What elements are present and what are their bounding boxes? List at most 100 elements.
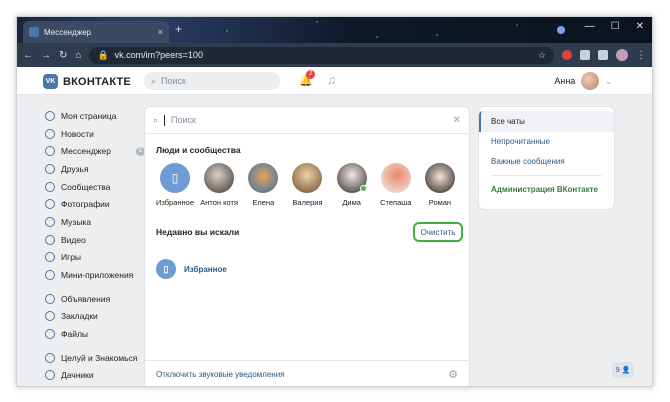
photo-icon	[45, 199, 55, 210]
clear-recent-button[interactable]: Очистить	[413, 222, 463, 242]
sidebar-item-label: Новости	[61, 128, 94, 139]
forward-icon[interactable]: →	[41, 50, 51, 61]
vk-logo-icon: VK	[43, 74, 58, 89]
maximize-button[interactable]: ☐	[611, 21, 620, 32]
bookmark-icon: ▯	[156, 259, 176, 279]
online-friends-badge[interactable]: 9 👤	[612, 362, 634, 378]
url-field[interactable]: 🔒 vk.com/im?peers=100 ☆	[89, 46, 554, 64]
more-menu-icon[interactable]: ⋮	[636, 50, 646, 61]
panel-footer: Отключить звуковые уведомления ⚙	[145, 360, 469, 386]
person-item[interactable]: Дима	[332, 163, 372, 207]
person-name: Елена	[252, 198, 275, 207]
sidebar-item-label: Моя страница	[61, 110, 117, 121]
sidebar-item-b0[interactable]: Объявления	[45, 290, 145, 308]
sidebar-item-a1[interactable]: Новости	[45, 125, 145, 143]
recent-item-label: Избранное	[184, 264, 227, 274]
sidebar-item-a7[interactable]: Видео	[45, 231, 145, 249]
music-icon[interactable]: ♫	[327, 73, 336, 87]
video-icon	[45, 234, 55, 245]
sidebar-item-b2[interactable]: Файлы	[45, 325, 145, 343]
sidebar-item-label: Закладки	[61, 311, 98, 322]
friends-icon	[45, 163, 55, 174]
sidebar-item-a9[interactable]: Мини-приложения	[45, 266, 145, 284]
user-avatar	[581, 72, 600, 90]
recent-item[interactable]: ▯ Избранное	[156, 259, 227, 279]
app-icon	[45, 370, 55, 381]
clear-search-icon[interactable]: ✕	[453, 115, 461, 126]
notifications-bell-icon[interactable]: 🔔 2	[299, 70, 316, 88]
extensions: ⋮	[562, 49, 646, 61]
sidebar-item-b1[interactable]: Закладки	[45, 308, 145, 326]
window-controls: — ☐ ✕	[585, 21, 644, 32]
avatar	[380, 163, 411, 193]
reading-list-icon[interactable]	[598, 50, 608, 60]
sidebar-item-a6[interactable]: Музыка	[45, 213, 145, 231]
back-icon[interactable]: ←	[23, 50, 33, 61]
sidebar-item-a0[interactable]: Моя страница	[45, 107, 145, 125]
extension-icon[interactable]	[562, 50, 572, 60]
person-name: Роман	[428, 198, 452, 207]
person-item[interactable]: Степаша	[376, 163, 416, 207]
avatar	[336, 163, 367, 193]
avatar	[204, 163, 235, 193]
people-section-title: Люди и сообщества	[156, 145, 241, 155]
filter-important[interactable]: Важные сообщения	[479, 152, 614, 172]
online-indicator	[359, 185, 367, 192]
bookmark-icon	[45, 311, 55, 322]
sidebar-item-a3[interactable]: Друзья	[45, 160, 145, 178]
new-tab-button[interactable]: +	[175, 22, 182, 36]
groups-icon	[45, 181, 55, 192]
person-item[interactable]: Антон котя	[199, 163, 239, 207]
messenger-search-placeholder: Поиск	[171, 115, 196, 125]
disable-sound-link[interactable]: Отключить звуковые уведомления	[156, 370, 285, 379]
minimize-button[interactable]: —	[585, 21, 595, 32]
sidebar-item-label: Целуй и Знакомься	[61, 352, 138, 363]
avatar	[292, 163, 323, 193]
url-text: vk.com/im?peers=100	[114, 50, 203, 60]
search-icon: ⌕	[151, 75, 157, 86]
person-item[interactable]: ▯ Избранное	[155, 163, 195, 207]
gear-icon[interactable]: ⚙	[448, 368, 458, 381]
person-name: Валерия	[292, 198, 323, 207]
sidebar-item-a5[interactable]: Фотографии	[45, 195, 145, 213]
sidebar-item-label: Фотографии	[61, 199, 110, 210]
avatar	[424, 163, 455, 193]
home-icon[interactable]: ⌂	[75, 50, 81, 61]
chat-filters-panel: Все чаты Непрочитанные Важные сообщения …	[478, 106, 615, 210]
reload-icon[interactable]: ↻	[59, 50, 67, 61]
sidebar-item-label: Объявления	[61, 293, 111, 304]
messenger-search-input[interactable]: ⌕ Поиск ✕	[145, 107, 469, 134]
lock-icon: 🔒	[97, 49, 109, 60]
bookmark-star-icon[interactable]: ☆	[538, 50, 546, 61]
browser-window: Мессенджер × + — ☐ ✕ ← → ↻ ⌂ 🔒 vk.com/im…	[16, 16, 653, 387]
person-item[interactable]: Елена	[243, 163, 283, 207]
tab-close-icon[interactable]: ×	[158, 27, 163, 37]
close-window-button[interactable]: ✕	[636, 21, 644, 32]
profile-avatar-icon[interactable]	[616, 49, 628, 61]
person-item[interactable]: Роман	[420, 163, 460, 207]
sidebar-item-c1[interactable]: Дачники	[45, 367, 145, 385]
vk-admin-link[interactable]: Администрация ВКонтакте	[479, 180, 614, 200]
sidebar-item-c0[interactable]: Целуй и Знакомься	[45, 349, 145, 367]
chat-icon	[45, 146, 55, 157]
tab-title: Мессенджер	[44, 27, 91, 37]
bookmark-icon: ▯	[160, 163, 190, 193]
sidebar-item-a2[interactable]: Мессенджер 5	[45, 142, 145, 160]
filter-all-chats[interactable]: Все чаты	[479, 111, 614, 132]
sidebar-item-label: Музыка	[61, 216, 92, 227]
puzzle-icon[interactable]	[580, 50, 590, 60]
sidebar-item-a8[interactable]: Игры	[45, 249, 145, 267]
left-menu: Моя страница Новости Мессенджер 5 Друзья Сооб…	[45, 107, 145, 384]
filter-unread[interactable]: Непрочитанные	[479, 132, 614, 152]
header-search-placeholder: Поиск	[161, 76, 186, 86]
vk-logo[interactable]: VK ВКОНТАКТЕ	[43, 74, 131, 89]
person-item[interactable]: Валерия	[287, 163, 327, 207]
user-menu[interactable]: Анна ⌄	[554, 72, 612, 90]
sidebar-item-a4[interactable]: Сообщества	[45, 178, 145, 196]
vk-logo-text: ВКОНТАКТЕ	[63, 75, 131, 88]
browser-tab[interactable]: Мессенджер ×	[23, 21, 169, 43]
user-icon	[45, 110, 55, 121]
sidebar-item-label: Мини-приложения	[61, 270, 134, 281]
notifications-badge: 2	[306, 70, 316, 79]
header-search-input[interactable]: ⌕ Поиск	[144, 72, 280, 90]
